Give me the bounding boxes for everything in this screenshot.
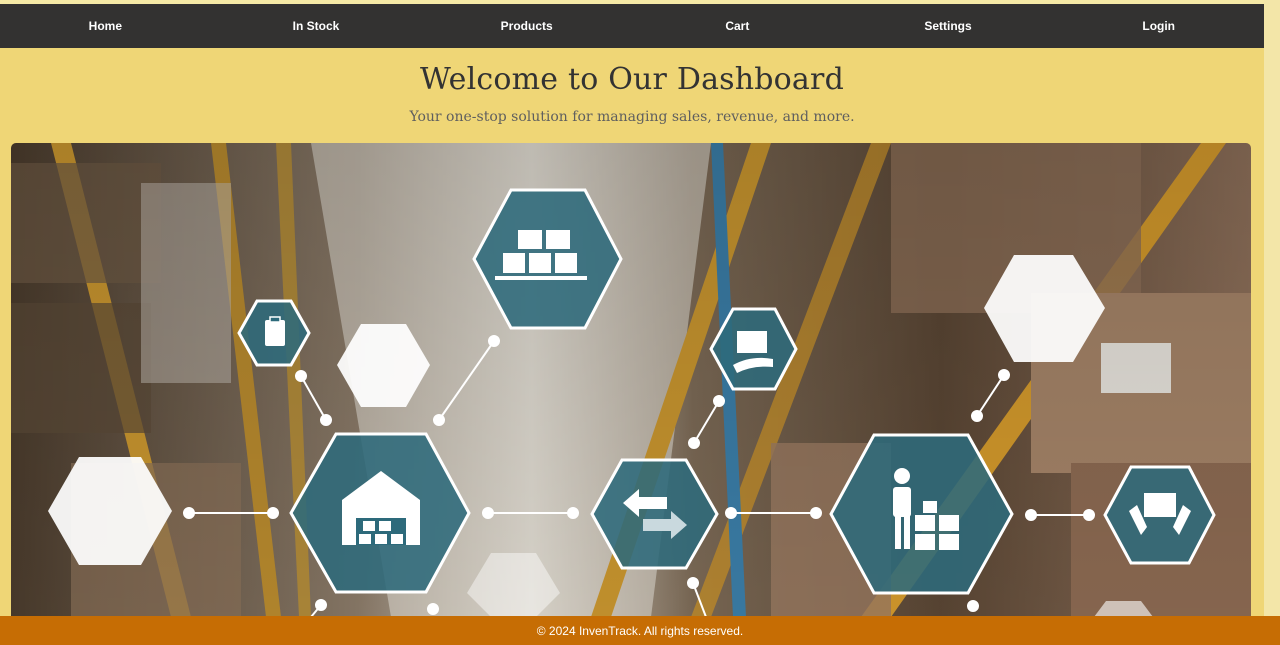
nav-home[interactable]: Home xyxy=(0,19,211,33)
page-title: Welcome to Our Dashboard xyxy=(420,62,844,97)
scrollbar-track xyxy=(1264,0,1280,645)
nav-products[interactable]: Products xyxy=(421,19,632,33)
clipboard-icon xyxy=(265,316,285,346)
nav-settings[interactable]: Settings xyxy=(843,19,1054,33)
footer-copyright: © 2024 InvenTrack. All rights reserved. xyxy=(536,623,744,638)
warehouse-illustration xyxy=(11,143,1251,617)
nav-cart[interactable]: Cart xyxy=(632,19,843,33)
page-subtitle: Your one-stop solution for managing sale… xyxy=(409,109,855,125)
nav-in-stock[interactable]: In Stock xyxy=(211,19,422,33)
navbar: Home In Stock Products Cart Settings Log… xyxy=(0,4,1264,48)
nav-login[interactable]: Login xyxy=(1053,19,1264,33)
footer: © 2024 InvenTrack. All rights reserved. xyxy=(0,616,1280,645)
hero-banner-image xyxy=(11,143,1251,617)
